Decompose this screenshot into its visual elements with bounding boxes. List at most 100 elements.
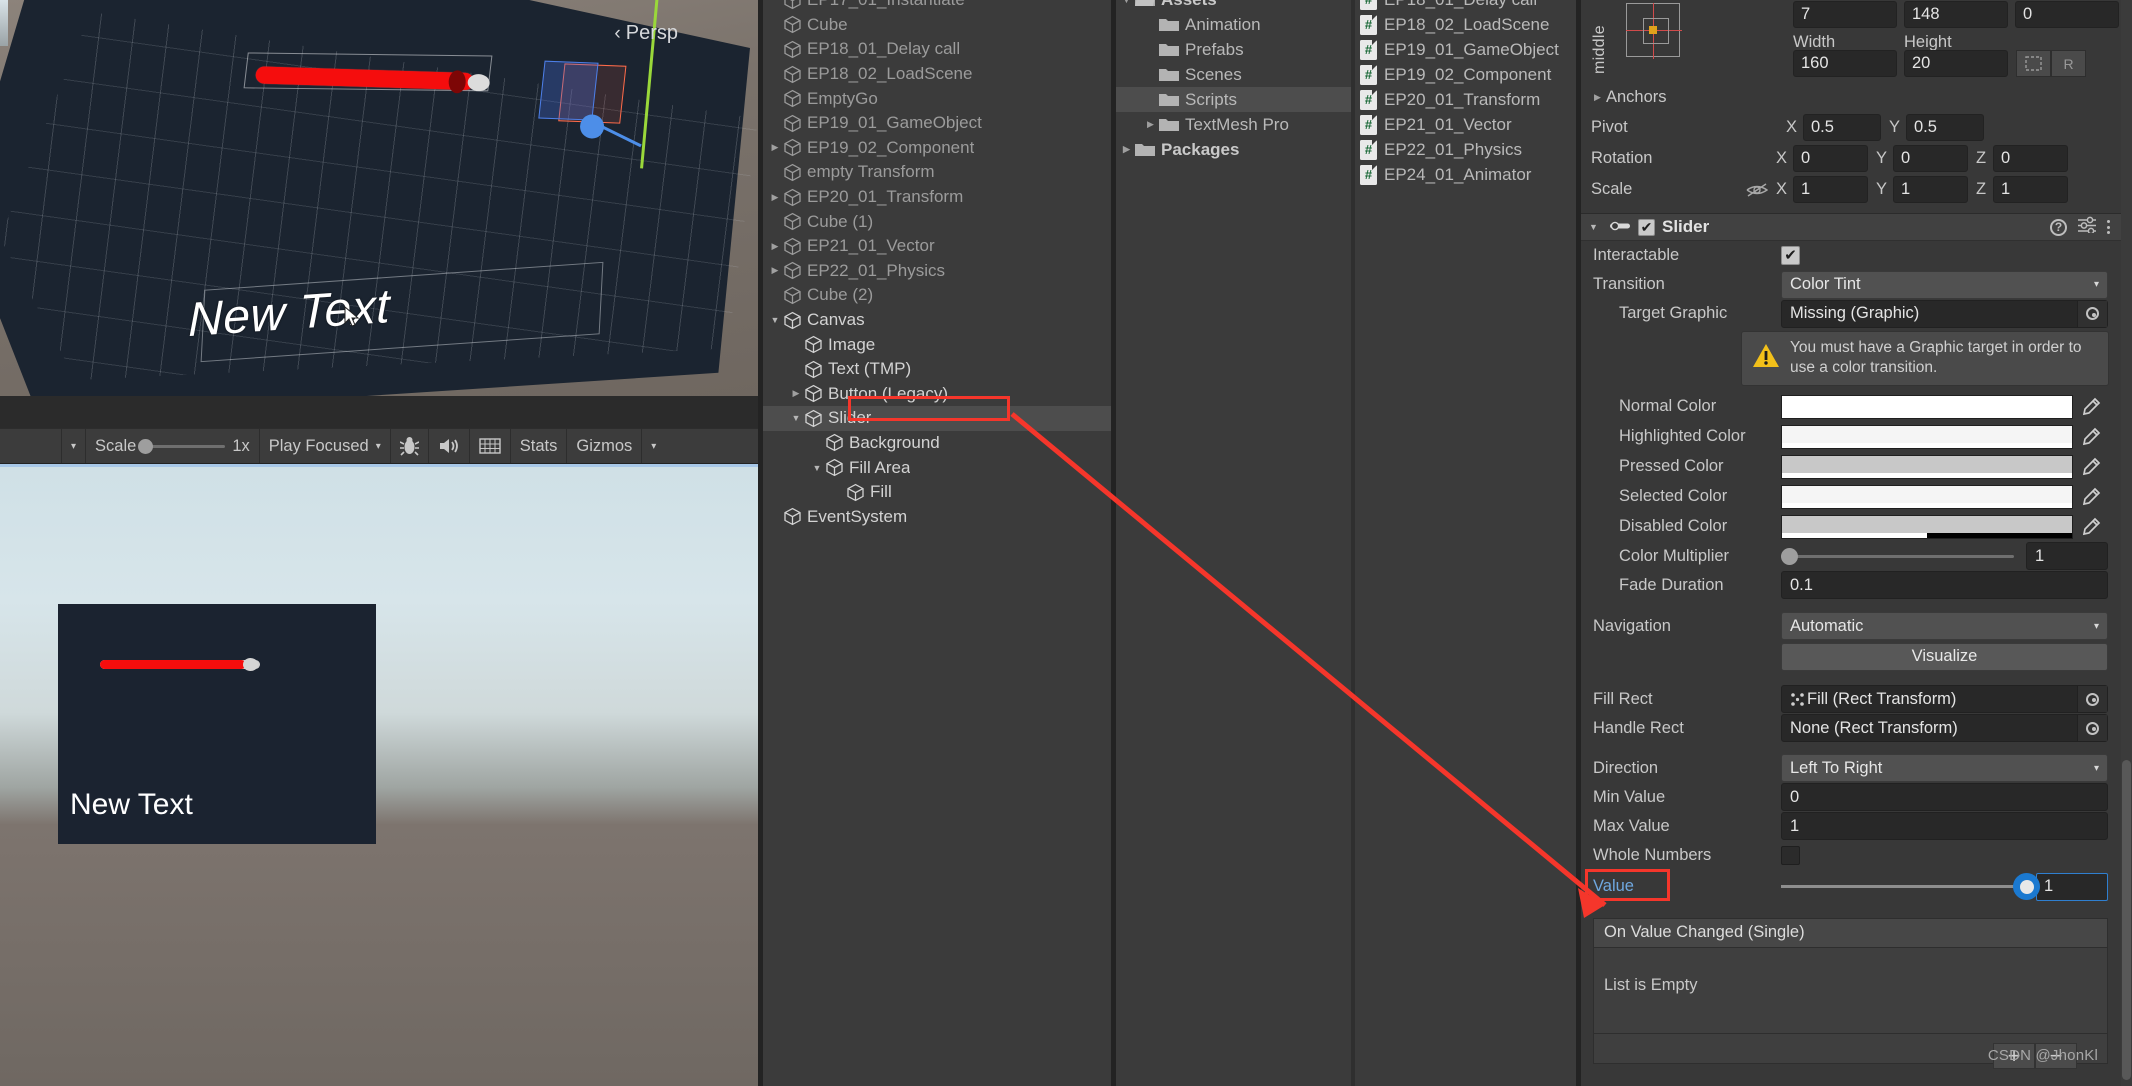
hierarchy-item[interactable]: ▶ EP19_02_Component (763, 136, 1111, 161)
color-swatch[interactable] (1781, 454, 2073, 479)
project-file-item[interactable]: # EP21_01_Vector (1356, 112, 1576, 137)
value-number-field[interactable]: 1 (2036, 872, 2108, 901)
hierarchy-item[interactable]: ▶ EP21_01_Vector (763, 234, 1111, 259)
hierarchy-panel[interactable]: EP17_01_Instantiate Cube EP18_01_Delay cal… (763, 0, 1111, 1086)
project-file-item[interactable]: # EP18_02_LoadScene (1356, 12, 1576, 37)
hierarchy-item[interactable]: Cube (2) (763, 283, 1111, 308)
blueprint-mode-button[interactable] (2016, 50, 2051, 77)
eyedropper-icon[interactable] (2074, 394, 2108, 420)
hierarchy-item[interactable]: EventSystem (763, 504, 1111, 529)
project-tree-item[interactable]: Prefabs (1116, 37, 1351, 62)
color-swatch[interactable] (1781, 484, 2073, 509)
color-swatch[interactable] (1781, 514, 2073, 539)
chevron-right-icon[interactable]: ▶ (767, 265, 783, 276)
hierarchy-item[interactable]: Text (TMP) (763, 357, 1111, 382)
eyedropper-icon[interactable] (2074, 514, 2108, 540)
scale-lock-off-icon[interactable] (1746, 182, 1776, 198)
pos-z-field[interactable]: 0 (2015, 1, 2119, 28)
project-file-item[interactable]: # EP22_01_Physics (1356, 137, 1576, 162)
hierarchy-item[interactable]: ▼ Fill Area (763, 455, 1111, 480)
navigation-dropdown[interactable]: Automatic ▾ (1781, 612, 2108, 641)
game-slider-handle[interactable] (243, 658, 258, 671)
hierarchy-item[interactable]: EP19_01_GameObject (763, 111, 1111, 136)
width-field[interactable]: 160 (1793, 50, 1897, 77)
game-view-toolbar[interactable]: ▾ Scale 1x Play Focused ▾ Stats Gizmos ▾ (0, 428, 758, 464)
eyedropper-icon[interactable] (2074, 484, 2108, 510)
inspector-scrollbar[interactable] (2121, 0, 2132, 1086)
hierarchy-item[interactable]: ▼ Canvas (763, 308, 1111, 333)
visualize-button[interactable]: Visualize (1781, 642, 2108, 671)
pos-x-field[interactable]: 7 (1793, 1, 1897, 28)
scale-x-field[interactable]: 1 (1793, 176, 1868, 203)
project-tree-item[interactable]: ▶ TextMesh Pro (1116, 112, 1351, 137)
project-file-item[interactable]: # EP20_01_Transform (1356, 87, 1576, 112)
chevron-down-icon[interactable]: ▼ (767, 315, 783, 325)
project-inner-divider[interactable] (1351, 0, 1355, 1086)
raw-edit-button[interactable]: R (2051, 50, 2086, 77)
resolution-dropdown[interactable]: ▾ (62, 429, 87, 463)
eyedropper-icon[interactable] (2074, 454, 2108, 480)
color-multiplier-track[interactable] (1781, 547, 2014, 565)
preset-icon[interactable] (2078, 216, 2096, 238)
hierarchy-item[interactable]: Cube (763, 13, 1111, 38)
object-picker-icon[interactable] (2077, 715, 2107, 742)
project-tree-item[interactable]: ▼ Assets (1116, 0, 1351, 12)
target-graphic-objectfield[interactable]: Missing (Graphic) (1781, 299, 2108, 328)
anchor-preset-widget[interactable] (1626, 3, 1682, 59)
chevron-right-icon[interactable]: ▶ (1118, 144, 1135, 155)
eyedropper-icon[interactable] (2074, 424, 2108, 450)
max-value-field[interactable]: 1 (1781, 812, 2108, 841)
hierarchy-item[interactable]: ▶ Button (Legacy) (763, 382, 1111, 407)
object-picker-icon[interactable] (2077, 686, 2107, 713)
handle-rect-objectfield[interactable]: None (Rect Transform) (1781, 714, 2108, 743)
hierarchy-item[interactable]: EP18_02_LoadScene (763, 62, 1111, 87)
slider-component-header[interactable]: ▼ ✔ Slider ? (1581, 213, 2121, 241)
scale-slider[interactable]: Scale 1x (86, 429, 260, 463)
project-folder-tree[interactable]: ▼ Assets Animation Prefabs Scenes Scripts ▶ Tex… (1116, 0, 1351, 1073)
hierarchy-item[interactable]: ▶ EP22_01_Physics (763, 259, 1111, 284)
scene-slider-object[interactable] (243, 0, 659, 169)
object-picker-icon[interactable] (2077, 300, 2107, 327)
bug-icon[interactable] (391, 429, 429, 463)
slider-enabled-checkbox[interactable]: ✔ (1638, 218, 1655, 236)
scale-y-field[interactable]: 1 (1893, 176, 1968, 203)
gizmos-dropdown-arrow[interactable]: ▾ (642, 429, 665, 463)
project-tree-item[interactable]: Scenes (1116, 62, 1351, 87)
pos-y-field[interactable]: 148 (1904, 1, 2008, 28)
chevron-right-icon[interactable]: ▶ (767, 192, 783, 203)
inspector-panel[interactable]: middle 7 148 0 Width Height 160 20 R ▶ A… (1581, 0, 2132, 1086)
fill-rect-objectfield[interactable]: Fill (Rect Transform) (1781, 685, 2108, 714)
scene-view[interactable]: New Text ‹ Persp (0, 0, 758, 396)
kebab-menu-icon[interactable] (2107, 220, 2110, 234)
hierarchy-item[interactable]: Image (763, 332, 1111, 357)
hierarchy-item[interactable]: Background (763, 431, 1111, 456)
direction-dropdown[interactable]: Left To Right ▾ (1781, 754, 2108, 783)
scale-z-field[interactable]: 1 (1993, 176, 2068, 203)
project-file-item[interactable]: # EP24_01_Animator (1356, 162, 1576, 187)
rotation-y-field[interactable]: 0 (1893, 145, 1968, 172)
pivot-x-field[interactable]: 0.5 (1803, 114, 1881, 141)
fade-duration-field[interactable]: 0.1 (1781, 571, 2108, 600)
chevron-right-icon[interactable]: ▶ (767, 142, 783, 153)
chevron-down-icon[interactable]: ▼ (809, 463, 825, 473)
project-tree-item[interactable]: ▶ Packages (1116, 137, 1351, 162)
project-panel[interactable]: ▼ Assets Animation Prefabs Scenes Scripts ▶ Tex… (1116, 0, 1576, 1086)
hierarchy-item[interactable]: EP18_01_Delay call (763, 37, 1111, 62)
hierarchy-item[interactable]: Cube (1) (763, 209, 1111, 234)
rotation-x-field[interactable]: 0 (1793, 145, 1868, 172)
event-list[interactable]: List is Empty (1594, 947, 2107, 1033)
value-slider-track[interactable] (1781, 873, 2040, 901)
hierarchy-item[interactable]: Fill (763, 480, 1111, 505)
whole-numbers-checkbox[interactable] (1781, 845, 1800, 865)
hierarchy-item[interactable]: ▶ EP20_01_Transform (763, 185, 1111, 210)
color-multiplier-value[interactable]: 1 (2026, 542, 2108, 571)
help-icon[interactable]: ? (2050, 218, 2067, 236)
grid-icon[interactable] (470, 429, 511, 463)
scene-projection-label[interactable]: ‹ Persp (614, 22, 678, 45)
play-focused-dropdown[interactable]: Play Focused ▾ (260, 429, 391, 463)
project-file-item[interactable]: # EP18_01_Delay call (1356, 0, 1576, 12)
project-file-list[interactable]: # EP18_01_Delay call # EP18_02_LoadScene # EP… (1356, 0, 1576, 1073)
inspector-scroll-thumb[interactable] (2122, 760, 2131, 1080)
min-value-field[interactable]: 0 (1781, 783, 2108, 812)
chevron-right-icon[interactable]: ▶ (788, 388, 804, 399)
